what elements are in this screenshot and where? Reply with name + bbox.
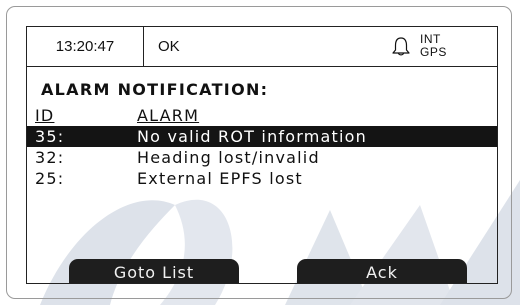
alarm-screen: 13:20:47 OK INT GPS ALARM NOTIFICATION: … — [26, 26, 498, 284]
alarm-id: 25: — [35, 169, 65, 188]
alarm-row[interactable]: 32: Heading lost/invalid — [27, 147, 497, 168]
position-source-secondary: GPS — [420, 45, 447, 59]
clock-time: 13:20:47 — [27, 27, 144, 66]
alarm-table-header: ID ALARM — [27, 105, 497, 126]
column-header-alarm: ALARM — [137, 106, 200, 125]
status-bar: 13:20:47 OK INT GPS — [27, 27, 497, 67]
goto-list-button[interactable]: Goto List — [69, 259, 239, 283]
alarm-id: 35: — [35, 127, 65, 146]
alarm-id: 32: — [35, 148, 65, 167]
panel-title: ALARM NOTIFICATION: — [41, 80, 269, 99]
alarm-name: External EPFS lost — [137, 169, 303, 188]
status-text: OK — [158, 38, 180, 55]
alarm-name: Heading lost/invalid — [137, 148, 320, 167]
position-source: INT GPS — [420, 33, 460, 59]
alarm-row[interactable]: 25: External EPFS lost — [27, 168, 497, 189]
column-header-id: ID — [35, 106, 55, 125]
alarm-row-selected[interactable]: 35: No valid ROT information — [27, 126, 497, 147]
alarm-name: No valid ROT information — [137, 127, 367, 146]
bell-icon[interactable] — [391, 36, 411, 58]
ack-button[interactable]: Ack — [297, 259, 467, 283]
alarm-table: ID ALARM 35: No valid ROT information 32… — [27, 105, 497, 189]
